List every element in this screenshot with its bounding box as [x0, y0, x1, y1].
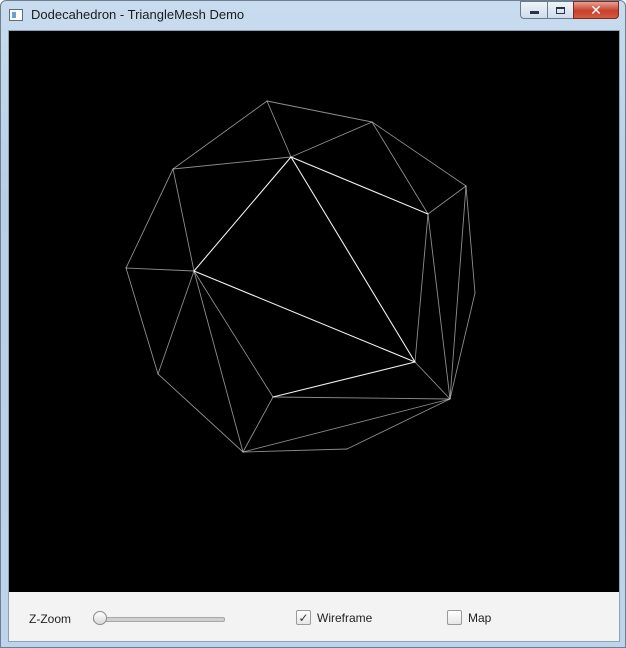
wireframe-toggle[interactable]: ✓ Wireframe: [296, 610, 372, 625]
3d-viewport[interactable]: [9, 31, 619, 592]
close-icon: ✕: [590, 2, 602, 18]
mesh-wireframe: [125, 100, 476, 453]
window-controls: ✕: [520, 1, 619, 21]
mesh-edge: [172, 100, 268, 170]
mesh-edge: [371, 121, 467, 187]
window-title: Dodecahedron - TriangleMesh Demo: [31, 7, 245, 22]
mesh-edge: [242, 396, 274, 453]
mesh-edge: [125, 168, 174, 269]
mesh-edge: [157, 373, 244, 453]
mesh-edge: [414, 213, 429, 363]
mesh-edge: [193, 156, 292, 272]
mesh-edge: [172, 168, 195, 272]
map-toggle[interactable]: Map: [447, 610, 491, 625]
mesh-edge: [290, 156, 416, 363]
mesh-edge: [242, 398, 451, 453]
app-window: Dodecahedron - TriangleMesh Demo ✕ Z-Zoo…: [0, 0, 626, 648]
wireframe-label: Wireframe: [317, 610, 373, 625]
mesh-edge: [157, 270, 195, 375]
control-bar: Z-Zoom ✓ Wireframe Map: [9, 592, 619, 641]
maximize-button[interactable]: [547, 1, 573, 19]
z-zoom-slider-track[interactable]: [93, 617, 225, 622]
minimize-icon: [529, 11, 539, 14]
mesh-edge: [172, 156, 292, 170]
mesh-edge: [193, 270, 274, 398]
mesh-edge: [125, 267, 159, 375]
title-bar[interactable]: Dodecahedron - TriangleMesh Demo ✕: [1, 1, 625, 29]
mesh-edge: [449, 185, 467, 400]
wireframe-checkbox[interactable]: ✓: [296, 610, 311, 625]
mesh-edge: [272, 361, 416, 398]
mesh-edge: [427, 185, 467, 215]
minimize-button[interactable]: [520, 1, 547, 19]
mesh-edge: [242, 448, 348, 453]
mesh-edge: [272, 396, 451, 400]
maximize-icon: [556, 6, 565, 14]
mesh-edge: [371, 121, 429, 215]
mesh-edge: [427, 213, 451, 400]
z-zoom-label: Z-Zoom: [29, 612, 71, 626]
mesh-edge: [290, 121, 373, 158]
client-area: Z-Zoom ✓ Wireframe Map: [8, 30, 620, 642]
mesh-edge: [266, 100, 292, 158]
map-label: Map: [468, 610, 492, 625]
mesh-edge: [125, 267, 195, 272]
mesh-edge: [414, 361, 451, 400]
map-checkbox[interactable]: [447, 610, 462, 625]
z-zoom-slider-thumb[interactable]: [92, 611, 107, 625]
close-button[interactable]: ✕: [573, 1, 619, 19]
app-window-icon[interactable]: [9, 9, 23, 21]
mesh-edge: [193, 270, 416, 363]
mesh-edge: [193, 270, 244, 453]
mesh-edge: [346, 398, 451, 450]
mesh-edge: [465, 185, 476, 294]
mesh-edge: [266, 100, 373, 123]
mesh-edge: [290, 156, 429, 215]
